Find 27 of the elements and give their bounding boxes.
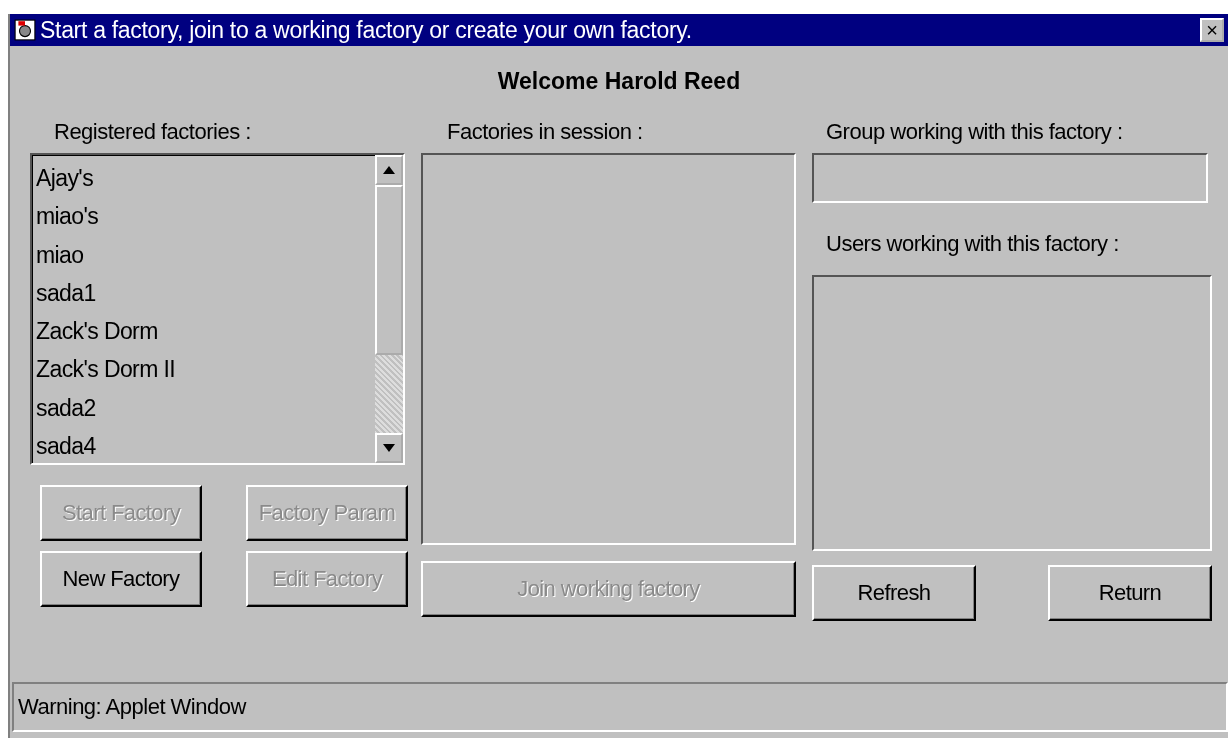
list-item[interactable]: miao <box>36 235 371 274</box>
scroll-thumb[interactable] <box>375 185 403 355</box>
action-button[interactable]: Refresh <box>812 565 976 621</box>
group-label: Group working with this factory : <box>825 119 1124 146</box>
users-label: Users working with this factory : <box>825 231 1120 258</box>
down-arrow-icon <box>383 444 395 452</box>
action-button[interactable]: Return <box>1048 565 1212 621</box>
close-button[interactable]: × <box>1200 18 1224 42</box>
list-item[interactable]: sada4 <box>36 427 371 466</box>
list-item[interactable]: miao's <box>36 197 371 236</box>
status-bar: Warning: Applet Window <box>12 682 1228 732</box>
welcome-heading: Welcome Harold Reed <box>496 68 742 95</box>
scroll-up-button[interactable] <box>375 155 403 185</box>
scrollbar[interactable] <box>375 155 403 463</box>
list-item[interactable]: sada2 <box>36 388 371 428</box>
factory-button[interactable]: New Factory <box>40 551 202 607</box>
list-item[interactable]: Zack's Dorm <box>36 312 371 351</box>
scroll-down-button[interactable] <box>375 433 403 463</box>
list-item[interactable]: sada1 <box>36 273 371 313</box>
app-icon <box>14 19 36 41</box>
up-arrow-icon <box>383 166 395 174</box>
registered-factories-label: Registered factories : <box>53 119 252 146</box>
list-item[interactable]: Ajay's <box>36 159 371 198</box>
group-field[interactable] <box>812 153 1208 203</box>
window-title: Start a factory, join to a working factory or create your own factory. <box>40 16 693 44</box>
factories-in-session-label: Factories in session : <box>446 119 644 146</box>
list-item[interactable]: Zack's Dorm II <box>36 350 371 389</box>
